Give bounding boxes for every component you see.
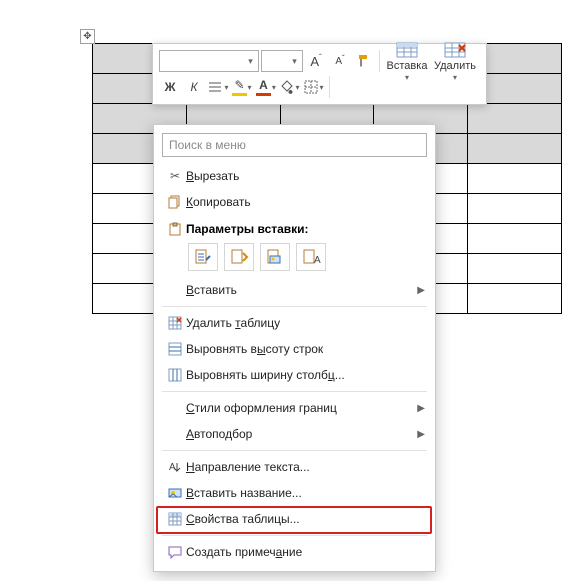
- chevron-right-icon: ▶: [417, 429, 425, 440]
- shading-button[interactable]: ▾: [279, 76, 301, 98]
- paste-options-header: Параметры вставки:: [154, 215, 435, 241]
- mini-toolbar: ▾ ▾ Aˆ Aˇ Вставка ▾ Удалить ▾ Ж К ▾: [152, 43, 487, 105]
- paste-option-picture[interactable]: [260, 243, 290, 271]
- menu-item-border-styles[interactable]: Стили оформления границ ▶: [154, 395, 435, 421]
- increase-font-button[interactable]: Aˆ: [305, 50, 327, 72]
- menu-item-new-comment[interactable]: Создать примечание: [154, 539, 435, 565]
- insert-label: Вставка: [387, 60, 428, 72]
- svg-text:A: A: [314, 255, 321, 266]
- menu-search-placeholder: Поиск в меню: [169, 138, 246, 152]
- insert-button[interactable]: Вставка ▾: [384, 40, 430, 82]
- decrease-font-button[interactable]: Aˇ: [329, 50, 351, 72]
- highlight-button[interactable]: ✎▾: [231, 76, 253, 98]
- menu-item-distribute-cols[interactable]: Выровнять ширину столбц...: [154, 362, 435, 388]
- menu-item-cut[interactable]: ✂ Вырезать: [154, 163, 435, 189]
- menu-item-text-direction[interactable]: A Направление текста...: [154, 454, 435, 480]
- borders-button[interactable]: ▾: [303, 76, 325, 98]
- svg-text:A: A: [169, 462, 176, 473]
- menu-item-paste[interactable]: Вставить ▶: [154, 277, 435, 303]
- menu-item-delete-table[interactable]: Удалить таблицу: [154, 310, 435, 336]
- font-size-combo[interactable]: ▾: [261, 50, 303, 72]
- paste-option-merge[interactable]: [224, 243, 254, 271]
- paste-options-row: A: [154, 241, 435, 277]
- menu-item-insert-caption[interactable]: Вставить название...: [154, 480, 435, 506]
- paste-option-keep-source[interactable]: [188, 243, 218, 271]
- menu-item-copy[interactable]: Копировать: [154, 189, 435, 215]
- table-move-handle[interactable]: ✥: [80, 29, 95, 44]
- comment-icon: [164, 545, 186, 559]
- copy-icon: [164, 195, 186, 209]
- chevron-right-icon: ▶: [417, 285, 425, 296]
- format-painter-button[interactable]: [353, 50, 375, 72]
- clipboard-icon: [164, 222, 186, 236]
- bold-button[interactable]: Ж: [159, 76, 181, 98]
- delete-button[interactable]: Удалить ▾: [432, 40, 478, 82]
- table-properties-icon: [164, 512, 186, 526]
- delete-label: Удалить: [434, 60, 476, 72]
- distribute-cols-icon: [164, 368, 186, 382]
- caption-icon: [164, 486, 186, 500]
- scissors-icon: ✂: [164, 169, 186, 183]
- distribute-rows-icon: [164, 342, 186, 356]
- delete-table-icon: [164, 316, 186, 330]
- underline-button[interactable]: ▾: [207, 76, 229, 98]
- menu-item-autofit[interactable]: Автоподбор ▶: [154, 421, 435, 447]
- font-color-button[interactable]: A▾: [255, 76, 277, 98]
- font-name-combo[interactable]: ▾: [159, 50, 259, 72]
- context-menu: Поиск в меню ✂ Вырезать Копировать Парам…: [153, 124, 436, 572]
- menu-item-distribute-rows[interactable]: Выровнять высоту строк: [154, 336, 435, 362]
- menu-search-input[interactable]: Поиск в меню: [162, 133, 427, 157]
- chevron-right-icon: ▶: [417, 403, 425, 414]
- italic-button[interactable]: К: [183, 76, 205, 98]
- paste-option-text-only[interactable]: A: [296, 243, 326, 271]
- text-direction-icon: A: [164, 460, 186, 474]
- menu-item-table-properties[interactable]: Свойства таблицы...: [154, 506, 435, 532]
